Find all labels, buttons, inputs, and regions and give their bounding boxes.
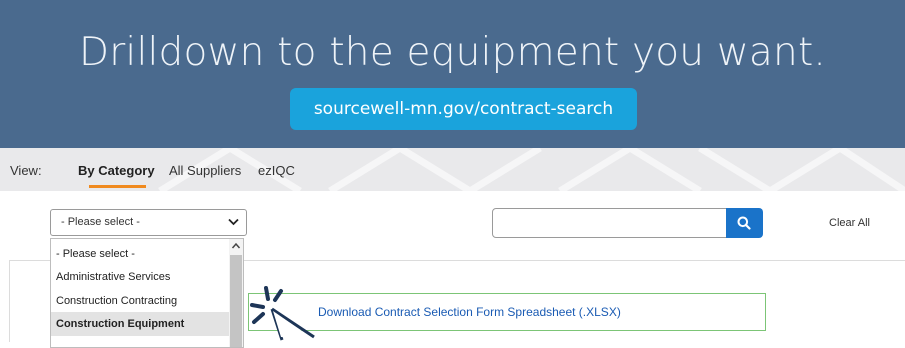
category-select-value: - Please select - [61, 216, 140, 228]
hand-cursor-click-icon [250, 286, 315, 341]
dropdown-option[interactable]: Administrative Services [51, 265, 230, 289]
dropdown-option[interactable]: - Please select - [51, 242, 230, 266]
contract-search-url-button[interactable]: sourcewell-mn.gov/contract-search [290, 88, 637, 130]
active-tab-indicator [89, 185, 146, 188]
dropdown-option[interactable]: Construction Contracting [51, 289, 230, 313]
content-left-border [9, 260, 10, 342]
category-select[interactable]: - Please select - [50, 209, 247, 236]
search-icon [737, 216, 751, 230]
dropdown-option-highlighted[interactable]: Construction Equipment [51, 312, 230, 336]
view-nav-bar: View: By Category All Suppliers ezIQC [0, 148, 905, 191]
hero-banner: Drilldown to the equipment you want. sou… [0, 0, 905, 148]
download-spreadsheet-link[interactable]: Download Contract Selection Form Spreads… [318, 305, 621, 319]
tab-eziqc[interactable]: ezIQC [258, 163, 295, 178]
view-label: View: [10, 163, 42, 178]
tab-by-category[interactable]: By Category [78, 163, 155, 178]
hero-headline: Drilldown to the equipment you want. [78, 30, 827, 75]
tab-all-suppliers[interactable]: All Suppliers [169, 163, 241, 178]
scroll-up-arrow-icon[interactable] [231, 242, 241, 250]
search-button[interactable] [726, 208, 763, 238]
clear-all-link[interactable]: Clear All [829, 217, 870, 229]
chevron-down-icon [228, 218, 239, 226]
search-input[interactable] [492, 208, 728, 238]
category-dropdown-list: - Please select - Administrative Service… [50, 238, 244, 348]
dropdown-scrollbar[interactable] [229, 239, 243, 347]
scrollbar-thumb[interactable] [230, 255, 242, 347]
